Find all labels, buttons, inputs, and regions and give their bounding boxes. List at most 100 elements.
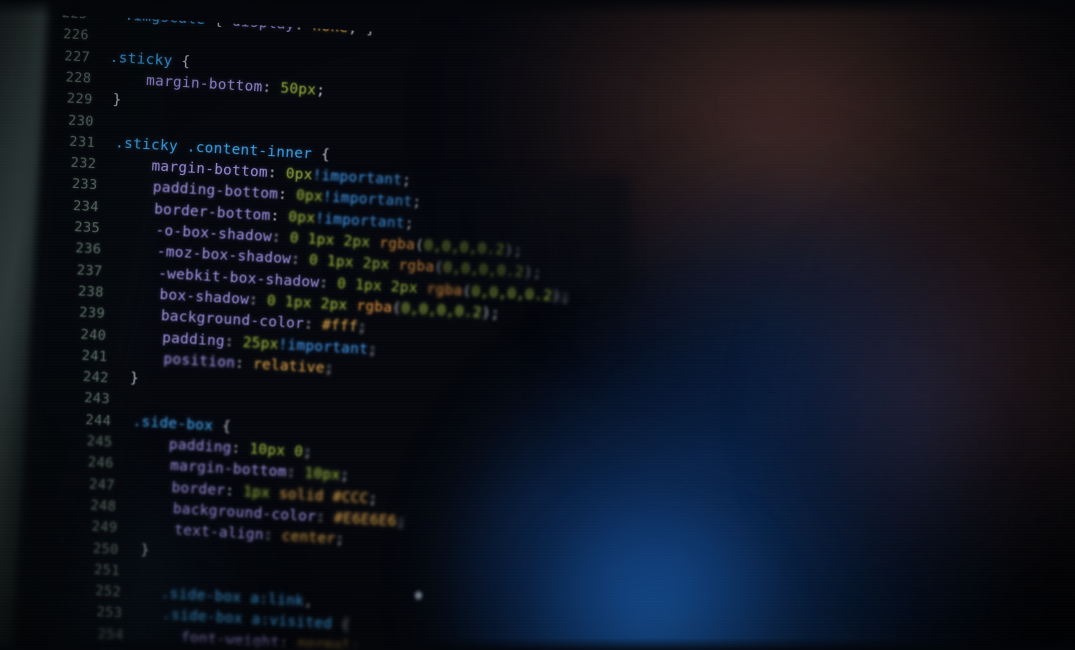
line-number: 250: [92, 540, 120, 558]
code-token-punc: :: [277, 186, 297, 204]
code-token-punc: ;: [396, 513, 407, 531]
line-number: 241: [81, 347, 108, 365]
code-token-brace: {: [311, 146, 331, 164]
code-token-punc: ,: [303, 593, 314, 611]
code-token-punc: );: [504, 242, 523, 260]
line-number: 228: [65, 69, 92, 87]
code-token-prop: padding-bottom: [152, 179, 279, 203]
code-token-kw: none: [312, 18, 349, 37]
line-number: 236: [75, 240, 102, 258]
code-line[interactable]: }: [129, 370, 140, 388]
code-token-imp: !important: [312, 167, 403, 189]
code-token-fn: rgba: [398, 257, 435, 276]
code-token-punc: :: [294, 17, 314, 35]
line-number: 235: [73, 219, 101, 237]
code-token-punc: ; }: [348, 20, 376, 38]
line-number: 244: [85, 411, 112, 430]
code-token-fn: rgba: [378, 235, 416, 254]
code-token-punc: :: [303, 316, 323, 334]
code-token-punc: :: [224, 333, 244, 351]
code-token-num: 25px: [242, 334, 280, 353]
line-number: 238: [77, 283, 105, 301]
code-token-punc: :: [234, 355, 254, 373]
code-token-prop: -o-box-shadow: [155, 222, 273, 246]
code-token-num: 0,0,0,0.2: [471, 283, 553, 304]
code-token-punc: :: [290, 251, 310, 269]
line-number: 255: [72, 646, 126, 650]
line-number: 225: [61, 5, 89, 23]
code-token-imp: !important: [278, 336, 369, 358]
line-number: 229: [66, 90, 94, 109]
code-token-prop: margin-bottom: [169, 458, 288, 481]
code-line[interactable]: margin-bottom: 10px;: [169, 458, 350, 484]
line-number: 249: [91, 518, 118, 537]
code-token-punc: ;: [302, 444, 313, 461]
code-token-brace: }: [140, 541, 151, 559]
line-number: 252: [94, 582, 122, 601]
code-token-num: 0px: [287, 208, 316, 227]
code-token-brace: {: [331, 616, 351, 634]
code-line[interactable]: padding: 10px 0;: [168, 437, 313, 461]
code-token-punc: ;: [367, 341, 378, 358]
line-number: 242: [82, 368, 110, 387]
code-token-kw: solid: [278, 485, 334, 505]
code-token-prop: -moz-box-shadow: [156, 244, 292, 268]
line-number: 234: [72, 197, 100, 216]
code-token-sel: .side-box a:link: [160, 585, 305, 610]
code-token-punc: :: [267, 165, 287, 183]
code-token-prop: -webkit-box-shadow: [157, 265, 320, 291]
line-number: 232: [70, 154, 97, 173]
code-token-prop: padding: [161, 329, 226, 350]
code-line[interactable]: position: relative;: [163, 351, 334, 377]
code-line[interactable]: text-align: center;: [174, 522, 345, 549]
code-token-sel: .imgscale: [124, 7, 206, 29]
code-token-sel: .side-box a:visited: [161, 607, 333, 633]
code-token-num: 0 1px 2px: [308, 252, 399, 274]
code-line[interactable]: }: [112, 92, 122, 108]
code-token-num: 0 1px 2px: [266, 293, 357, 315]
line-number: 231: [68, 133, 96, 151]
code-token-num: 50px: [279, 80, 317, 99]
code-token-num: 0,0,0,0.2: [442, 260, 525, 281]
code-token-num: 0px: [285, 166, 314, 184]
code-line[interactable]: .side-box a:link,: [160, 585, 314, 611]
code-token-brace: {: [204, 12, 233, 30]
code-token-fn: rgba: [426, 280, 463, 299]
code-token-num: 0 1px 2px: [289, 230, 380, 252]
line-number: 239: [78, 304, 106, 323]
code-token-punc: :: [271, 229, 291, 247]
line-number: 233: [71, 176, 99, 194]
code-token-punc: ;: [350, 639, 361, 650]
code-token-kw: center: [281, 528, 336, 548]
line-number: 227: [63, 47, 91, 66]
code-token-num: 0,0,0,0.2: [423, 237, 506, 259]
code-line[interactable]: .side-box {: [132, 413, 232, 435]
line-number: 230: [67, 112, 95, 130]
code-token-punc: ;: [368, 490, 378, 508]
code-line[interactable]: margin-bottom: 50px;: [146, 73, 326, 99]
code-token-punc: ;: [357, 319, 368, 336]
code-token-punc: :: [231, 440, 250, 458]
code-line[interactable]: font-weight: normal;: [180, 629, 361, 650]
code-token-imp: !important: [314, 210, 406, 232]
code-token-num: 0,0,0,0.2: [400, 300, 483, 322]
code-token-punc: ;: [334, 531, 345, 549]
line-number: 254: [97, 625, 125, 644]
code-line[interactable]: .sticky {: [109, 49, 190, 70]
code-token-prop: font-weight: [180, 629, 280, 650]
code-line[interactable]: }: [140, 541, 151, 559]
line-number: 226: [62, 26, 90, 44]
code-token-brace: {: [212, 417, 232, 435]
code-line[interactable]: .sticky .content-inner {: [115, 135, 331, 164]
line-number: 243: [83, 390, 111, 408]
code-token-hex: #CCC: [332, 488, 369, 507]
code-token-hex: #E6E6E6: [333, 510, 398, 530]
code-token-brace: }: [129, 370, 140, 388]
code-token-punc: :: [270, 207, 289, 225]
code-token-punc: );: [551, 287, 571, 305]
code-editor-text-area[interactable]: 225 .imgscale { display: none; } 226 227 .st…: [0, 0, 1075, 650]
code-line[interactable]: .imgscale { display: none; }: [124, 9, 375, 38]
code-token-punc: );: [523, 264, 543, 282]
code-token-prop: background-color: [160, 308, 305, 333]
code-token-prop: margin-bottom: [151, 158, 269, 182]
